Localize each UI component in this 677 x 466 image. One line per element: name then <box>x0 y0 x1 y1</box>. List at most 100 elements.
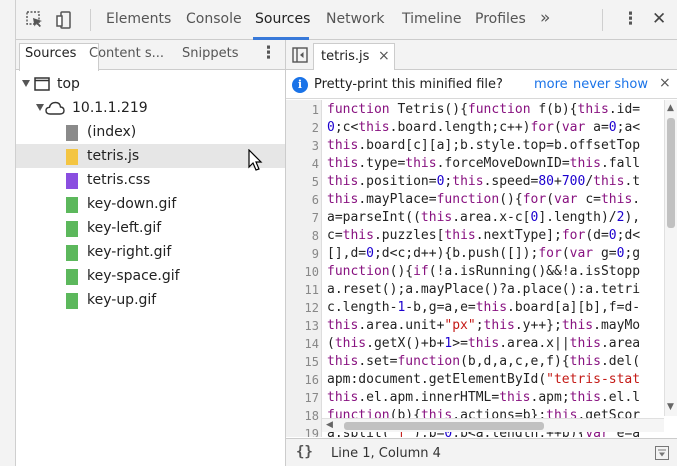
tree-file-key-left[interactable]: key-left.gif <box>16 216 285 240</box>
line-number[interactable]: 2 <box>286 121 319 135</box>
code-line[interactable]: 7 a=parseInt((this.area.x-c[0].length)/2)… <box>286 210 664 228</box>
horizontal-scrollbar[interactable]: ◀ <box>322 418 664 432</box>
code-text: this.set=function(b,d,a,c,e,f){this.del( <box>327 354 641 369</box>
line-number[interactable]: 7 <box>286 211 319 225</box>
navigator-tabbar: Sources Content s... Snippets ⋮ <box>16 40 285 71</box>
expand-triangle-icon[interactable] <box>22 80 30 87</box>
scroll-left-icon[interactable]: ◀ <box>326 420 333 430</box>
line-number[interactable]: 8 <box>286 229 319 243</box>
line-number[interactable]: 4 <box>286 157 319 171</box>
device-mode-icon[interactable] <box>56 11 74 29</box>
tree-file-tetris-css[interactable]: tetris.css <box>16 168 285 192</box>
line-number[interactable]: 13 <box>286 319 319 333</box>
infobar-message: Pretty-print this minified file? <box>314 77 503 92</box>
tree-file-key-right[interactable]: key-right.gif <box>16 240 285 264</box>
close-tab-button[interactable]: × <box>378 48 390 64</box>
code-line[interactable]: 10 function(){if(!a.isRunning()&&!a.isSto… <box>286 264 664 282</box>
image-file-icon <box>66 197 78 213</box>
toggle-navigator-icon[interactable] <box>292 47 308 63</box>
tab-elements[interactable]: Elements <box>106 11 171 27</box>
code-line[interactable]: 2 0;c<this.board.length;c++)for(var a=0;a… <box>286 120 664 138</box>
code-line[interactable]: 1 function Tetris(){function f(b){this.id… <box>286 102 664 120</box>
tree-file-index[interactable]: (index) <box>16 120 285 144</box>
infobar-close-button[interactable]: × <box>659 75 671 91</box>
line-number[interactable]: 14 <box>286 337 319 351</box>
tree-file-label: key-up.gif <box>87 292 157 308</box>
code-line[interactable]: 16 apm:document.getElementById("tetris-st… <box>286 372 664 390</box>
info-icon: i <box>292 77 308 93</box>
code-text: this.el.apm.innerHTML=this.apm;this.el.l <box>327 390 641 405</box>
image-file-icon <box>66 245 78 261</box>
code-line[interactable]: 13 this.area.unit+"px";this.y++};this.may… <box>286 318 664 336</box>
cursor-position: Line 1, Column 4 <box>331 446 441 461</box>
navigator-tab-snippets[interactable]: Snippets <box>182 46 238 66</box>
infobar-never-show-link[interactable]: never show <box>573 77 648 92</box>
tab-timeline[interactable]: Timeline <box>402 11 462 27</box>
customize-menu-button[interactable]: ⋮ <box>622 9 639 29</box>
tab-sources[interactable]: Sources <box>255 11 310 27</box>
line-number[interactable]: 17 <box>286 391 319 405</box>
pretty-print-button[interactable]: {} <box>296 444 313 460</box>
tree-item-host[interactable]: 10.1.1.219 <box>16 96 285 120</box>
tree-file-tetris-js[interactable]: tetris.js <box>16 144 285 171</box>
scroll-up-icon[interactable]: ▲ <box>667 103 674 113</box>
code-line[interactable]: 15 this.set=function(b,d,a,c,e,f){this.de… <box>286 354 664 372</box>
close-devtools-button[interactable]: ✕ <box>652 9 666 29</box>
line-number[interactable]: 18 <box>286 409 319 423</box>
line-number[interactable]: 11 <box>286 283 319 297</box>
horizontal-scroll-thumb[interactable] <box>344 422 544 430</box>
code-line[interactable]: 17 this.el.apm.innerHTML=this.apm;this.el… <box>286 390 664 408</box>
code-line[interactable]: 12 c.length-1-b,g=a,e=this.board[a][b],f=… <box>286 300 664 318</box>
line-number[interactable]: 1 <box>286 103 319 117</box>
window-edge <box>0 0 16 466</box>
code-text: c.length-1-b,g=a,e=this.board[a][b],f=d- <box>327 300 641 315</box>
toggle-drawer-icon[interactable] <box>655 446 669 460</box>
code-line[interactable]: 9 [],d=0;d<c;d++){b.push([]);for(var g=0;… <box>286 246 664 264</box>
line-number[interactable]: 16 <box>286 373 319 387</box>
tree-file-label: key-down.gif <box>87 196 177 212</box>
code-line[interactable]: 4 this.type=this.forceMoveDownID=this.fal… <box>286 156 664 174</box>
line-number[interactable]: 12 <box>286 301 319 315</box>
tab-profiles[interactable]: Profiles <box>475 11 526 27</box>
tree-file-key-space[interactable]: key-space.gif <box>16 264 285 288</box>
tree-label-host: 10.1.1.219 <box>72 100 148 116</box>
line-number[interactable]: 10 <box>286 265 319 279</box>
infobar-more-link[interactable]: more <box>534 77 568 92</box>
code-line[interactable]: 3 this.board[c][a];b.style.top=b.offsetTo… <box>286 138 664 156</box>
tree-label-top: top <box>57 76 80 92</box>
editor-status-bar: {} Line 1, Column 4 <box>286 438 677 466</box>
code-text: this.area.unit+"px";this.y++};this.mayMo <box>327 318 641 333</box>
navigator-tab-content-scripts[interactable]: Content s... <box>89 46 164 66</box>
navigator-menu-button[interactable]: ⋮ <box>260 43 277 63</box>
line-number[interactable]: 15 <box>286 355 319 369</box>
tree-file-key-up[interactable]: key-up.gif <box>16 288 285 312</box>
code-line[interactable]: 14 (this.getX()+b+1>=this.area.x||this.ar… <box>286 336 664 354</box>
scroll-down-icon[interactable]: ▼ <box>667 402 674 412</box>
expand-triangle-icon[interactable] <box>36 104 44 111</box>
tab-network[interactable]: Network <box>326 11 384 27</box>
more-tabs-button[interactable]: » <box>540 8 550 28</box>
line-number[interactable]: 9 <box>286 247 319 261</box>
code-editor[interactable]: 1 function Tetris(){function f(b){this.id… <box>286 100 664 437</box>
line-number[interactable]: 3 <box>286 139 319 153</box>
vertical-scrollbar[interactable]: ▲ ▼ <box>664 100 677 416</box>
toolbar-separator <box>90 9 91 31</box>
tree-file-label: tetris.css <box>87 172 151 188</box>
cloud-icon <box>45 101 65 115</box>
editor-tab-tetris-js[interactable]: tetris.js × <box>313 43 395 70</box>
code-line[interactable]: 6 this.mayPlace=function(){for(var c=this… <box>286 192 664 210</box>
tab-console[interactable]: Console <box>186 11 242 27</box>
tree-item-top[interactable]: top <box>16 72 285 96</box>
tree-file-label: key-left.gif <box>87 220 162 236</box>
code-line[interactable]: 11 a.reset();a.mayPlace()?a.place():a.tet… <box>286 282 664 300</box>
line-number[interactable]: 5 <box>286 175 319 189</box>
editor-tabbar: tetris.js × <box>286 40 677 70</box>
line-number[interactable]: 19 <box>286 427 319 437</box>
code-line[interactable]: 8 c=this.puzzles[this.nextType];for(d=0;d… <box>286 228 664 246</box>
line-number[interactable]: 6 <box>286 193 319 207</box>
navigator-tab-sources[interactable]: Sources <box>25 46 76 66</box>
vertical-scroll-thumb[interactable] <box>667 118 675 228</box>
tree-file-key-down[interactable]: key-down.gif <box>16 192 285 216</box>
code-line[interactable]: 5 this.position=0;this.speed=80+700/this.… <box>286 174 664 192</box>
inspect-element-icon[interactable] <box>26 11 44 29</box>
